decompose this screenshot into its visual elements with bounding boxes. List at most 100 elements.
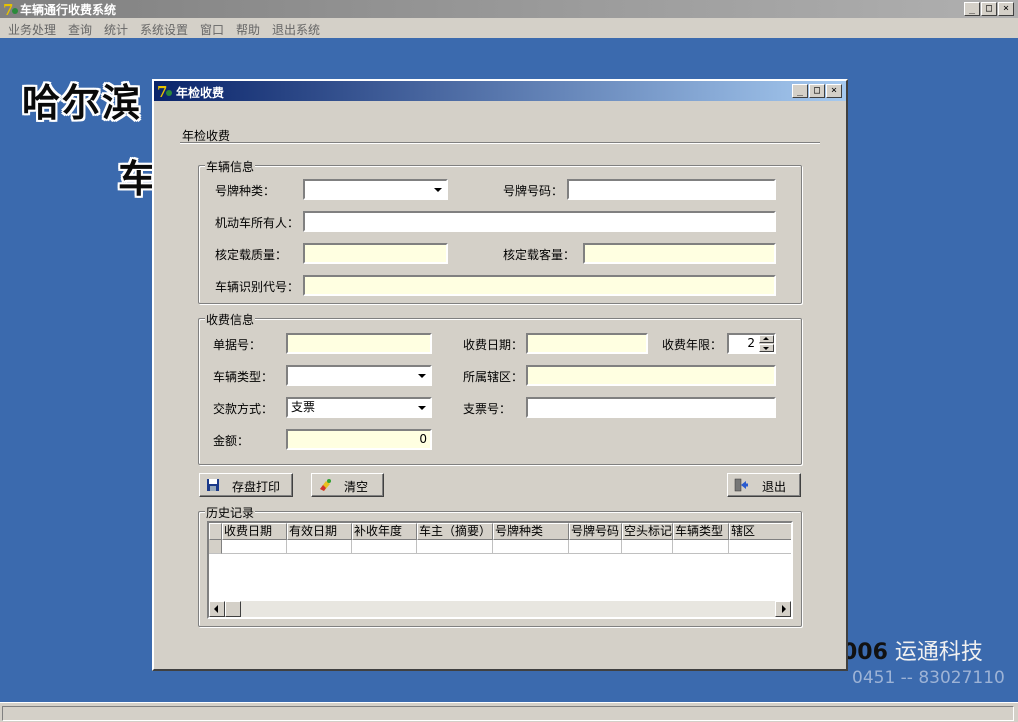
- vehicle-info-group-label: 车辆信息: [205, 158, 256, 175]
- check-no-label: 支票号：: [463, 402, 512, 416]
- col-plate-type[interactable]: 号牌种类: [493, 523, 569, 540]
- col-valid-date[interactable]: 有效日期: [287, 523, 352, 540]
- dialog-minimize-button[interactable]: _: [792, 84, 808, 98]
- app-title: 车辆通行收费系统: [20, 3, 117, 17]
- vehicle-type-combo[interactable]: [286, 365, 432, 386]
- rated-passenger-label: 核定载客量：: [503, 248, 576, 262]
- clear-label: 清空: [344, 480, 369, 494]
- save-print-label: 存盘打印: [232, 480, 281, 494]
- heading-divider: [180, 142, 820, 144]
- col-blank-mark[interactable]: 空头标记: [622, 523, 673, 540]
- rated-mass-input[interactable]: [303, 243, 448, 264]
- plate-number-label: 号牌号码：: [503, 184, 564, 198]
- receipt-no-label: 单据号：: [213, 338, 262, 352]
- col-fee-date[interactable]: 收费日期: [222, 523, 287, 540]
- fee-date-input[interactable]: [526, 333, 648, 354]
- fee-info-group: 收费信息 单据号： 收费日期： 收费年限： 2 车辆类型： 所属辖区： 交款方式…: [198, 311, 802, 465]
- fee-date-label: 收费日期：: [463, 338, 524, 352]
- col-owner-summary[interactable]: 车主（摘要）: [417, 523, 493, 540]
- svg-text:7: 7: [157, 83, 167, 99]
- payment-method-value: 支票: [291, 400, 316, 414]
- menu-help[interactable]: 帮助: [236, 21, 260, 38]
- check-no-input[interactable]: [526, 397, 776, 418]
- company-year: 006: [842, 640, 888, 665]
- amount-input[interactable]: 0: [286, 429, 432, 450]
- table-cell[interactable]: [729, 540, 791, 554]
- company-name: 006 运通科技: [842, 634, 983, 666]
- menu-query[interactable]: 查询: [68, 21, 92, 38]
- col-district[interactable]: 辖区: [729, 523, 791, 540]
- fee-years-spinner[interactable]: 2: [727, 333, 776, 354]
- row-indicator: [209, 540, 222, 554]
- menu-business[interactable]: 业务处理: [8, 21, 56, 38]
- scroll-thumb[interactable]: [225, 601, 241, 617]
- table-cell[interactable]: [287, 540, 352, 554]
- fee-years-label: 收费年限：: [662, 338, 723, 352]
- menu-exit-system[interactable]: 退出系统: [272, 21, 320, 38]
- history-grid-header: 收费日期 有效日期 补收年度 车主（摘要） 号牌种类 号牌号码 空头标记 车辆类…: [209, 523, 791, 540]
- banner-text-line1: 哈尔滨: [22, 81, 143, 125]
- payment-method-dropdown-icon[interactable]: [414, 399, 430, 416]
- rated-mass-label: 核定载质量：: [215, 248, 288, 262]
- fee-years-value: 2: [747, 336, 755, 350]
- dialog-title-bar[interactable]: 7 年检收费 _ □ ×: [154, 81, 846, 101]
- district-input[interactable]: [526, 365, 776, 386]
- rated-passenger-input[interactable]: [583, 243, 776, 264]
- exit-label: 退出: [762, 480, 787, 494]
- status-bar: [0, 702, 1018, 722]
- save-print-button[interactable]: 存盘打印: [199, 473, 293, 497]
- table-cell[interactable]: [222, 540, 287, 554]
- owner-input[interactable]: [303, 211, 776, 232]
- dialog-maximize-button[interactable]: □: [809, 84, 825, 98]
- row-indicator-header: [209, 523, 222, 540]
- vehicle-type-dropdown-icon[interactable]: [414, 367, 430, 384]
- close-button[interactable]: ×: [998, 2, 1014, 16]
- clear-button[interactable]: 清空: [311, 473, 384, 497]
- company-label: 运通科技: [887, 640, 983, 665]
- exit-button[interactable]: 退出: [727, 473, 801, 497]
- maximize-button[interactable]: □: [981, 2, 997, 16]
- plate-number-input[interactable]: [567, 179, 776, 200]
- history-group: 历史记录 收费日期 有效日期 补收年度 车主（摘要） 号牌种类 号牌号码 空头标…: [198, 504, 802, 627]
- fee-info-group-label: 收费信息: [205, 311, 256, 328]
- main-title-bar: 7 车辆通行收费系统 _ □ ×: [0, 0, 1018, 18]
- eraser-icon: [320, 479, 331, 491]
- payment-method-label: 交款方式：: [213, 402, 274, 416]
- history-grid[interactable]: 收费日期 有效日期 补收年度 车主（摘要） 号牌种类 号牌号码 空头标记 车辆类…: [207, 521, 793, 619]
- dialog-logo-icon: 7: [157, 83, 172, 99]
- table-cell[interactable]: [673, 540, 729, 554]
- menu-system-settings[interactable]: 系统设置: [140, 21, 188, 38]
- menu-statistics[interactable]: 统计: [104, 21, 128, 38]
- amount-label: 金额：: [213, 434, 250, 448]
- vin-input[interactable]: [303, 275, 776, 296]
- spin-up-icon[interactable]: [759, 335, 774, 343]
- minimize-button[interactable]: _: [964, 2, 980, 16]
- col-plate-number[interactable]: 号牌号码: [569, 523, 622, 540]
- table-row[interactable]: [209, 540, 791, 554]
- plate-type-combo[interactable]: [303, 179, 448, 200]
- payment-method-combo[interactable]: 支票: [286, 397, 432, 418]
- plate-type-dropdown-icon[interactable]: [430, 181, 446, 198]
- fee-years-spin-buttons[interactable]: [759, 335, 774, 352]
- annual-inspection-dialog: 7 年检收费 _ □ × 年检收费 车辆信息 号牌种类： 号牌号码： 机动车所有…: [152, 79, 848, 671]
- table-cell[interactable]: [417, 540, 493, 554]
- dialog-close-button[interactable]: ×: [826, 84, 842, 98]
- owner-label: 机动车所有人：: [215, 216, 300, 230]
- col-vehicle-type[interactable]: 车辆类型: [673, 523, 729, 540]
- plate-type-label: 号牌种类：: [215, 184, 276, 198]
- banner-text-line2: 车: [118, 157, 157, 201]
- table-cell[interactable]: [493, 540, 569, 554]
- app-logo-icon: 7: [3, 1, 18, 17]
- spin-down-icon[interactable]: [759, 344, 774, 352]
- scroll-left-icon[interactable]: [209, 601, 225, 617]
- table-cell[interactable]: [352, 540, 417, 554]
- menu-window[interactable]: 窗口: [200, 21, 224, 38]
- col-supplement-year[interactable]: 补收年度: [352, 523, 417, 540]
- history-horizontal-scrollbar[interactable]: [209, 601, 791, 617]
- history-group-label: 历史记录: [205, 504, 256, 521]
- table-cell[interactable]: [622, 540, 673, 554]
- vehicle-info-group: 车辆信息 号牌种类： 号牌号码： 机动车所有人： 核定载质量： 核定载客量： 车…: [198, 158, 802, 304]
- receipt-no-input[interactable]: [286, 333, 432, 354]
- scroll-right-icon[interactable]: [775, 601, 791, 617]
- table-cell[interactable]: [569, 540, 622, 554]
